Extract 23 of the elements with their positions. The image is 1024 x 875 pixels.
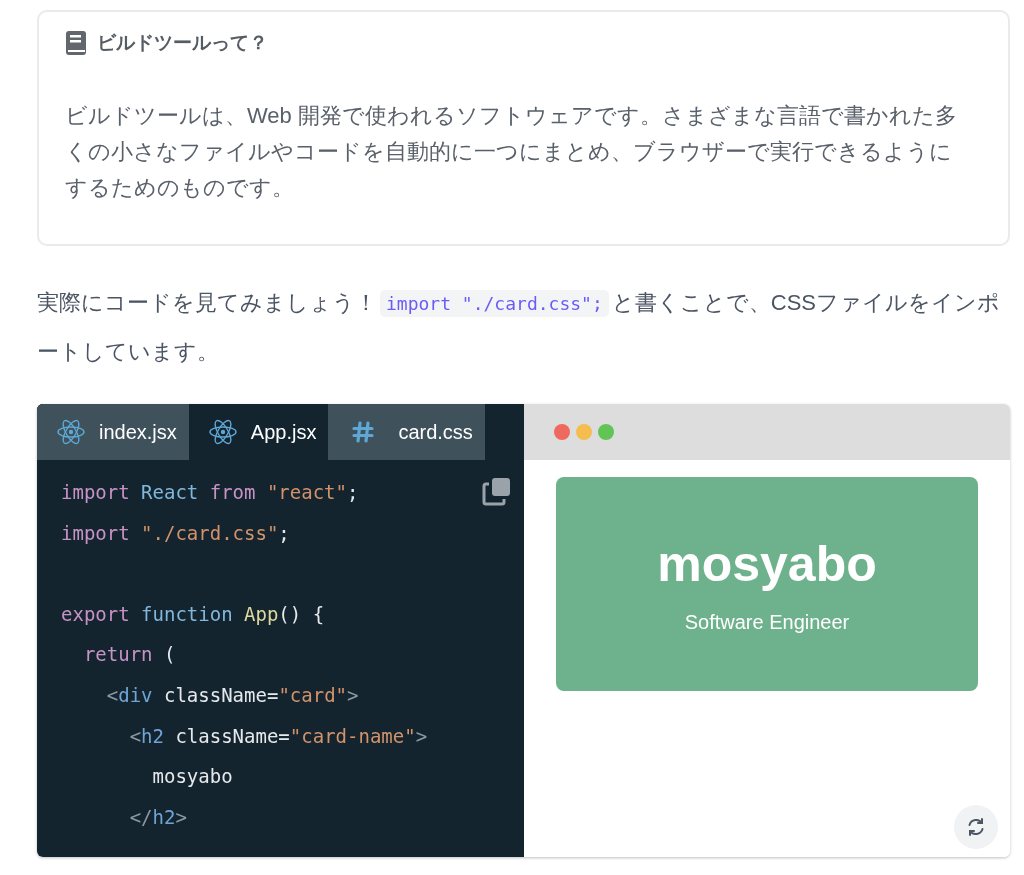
hash-icon [352,421,375,443]
atom-icon [57,419,85,445]
profile-name: mosyabo [657,534,877,593]
book-icon [65,30,87,56]
atom-icon [208,419,237,445]
copy-icon [482,476,512,506]
intro-paragraph: 実際にコードを見てみましょう！ import "./card.css"; と書くことで、CSSファイルをインポートしています。 [37,289,1001,366]
code-line: import React from "react"; [61,480,359,505]
copy-button[interactable] [482,476,512,506]
file-tab[interactable]: index.jsx [37,404,189,460]
code-line: import "./card.css"; [61,520,290,546]
profile-title: Software Engineer [684,610,850,634]
code-line: </h2> [128,804,187,830]
code-line: <div className="card"> [105,682,359,708]
code-line: export function App() { [61,601,325,627]
note-title: ビルドツールって？ [97,31,268,55]
code-line: return ( [82,642,176,668]
code-line: <h2 className="card-name"> [128,723,428,749]
file-tab[interactable]: card.css [328,404,485,460]
reload-button[interactable] [954,805,998,849]
note-text: ビルドツールは、Web 開発で使われるソフトウェアです。さまざまな言語で書かれた多くの小さなファイルやコードを自動的に一つにまとめ、ブラウザーで実行できるようにするためのものです。 [65,102,958,202]
code-line: mosyabo [151,764,233,790]
reload-icon [966,817,986,837]
